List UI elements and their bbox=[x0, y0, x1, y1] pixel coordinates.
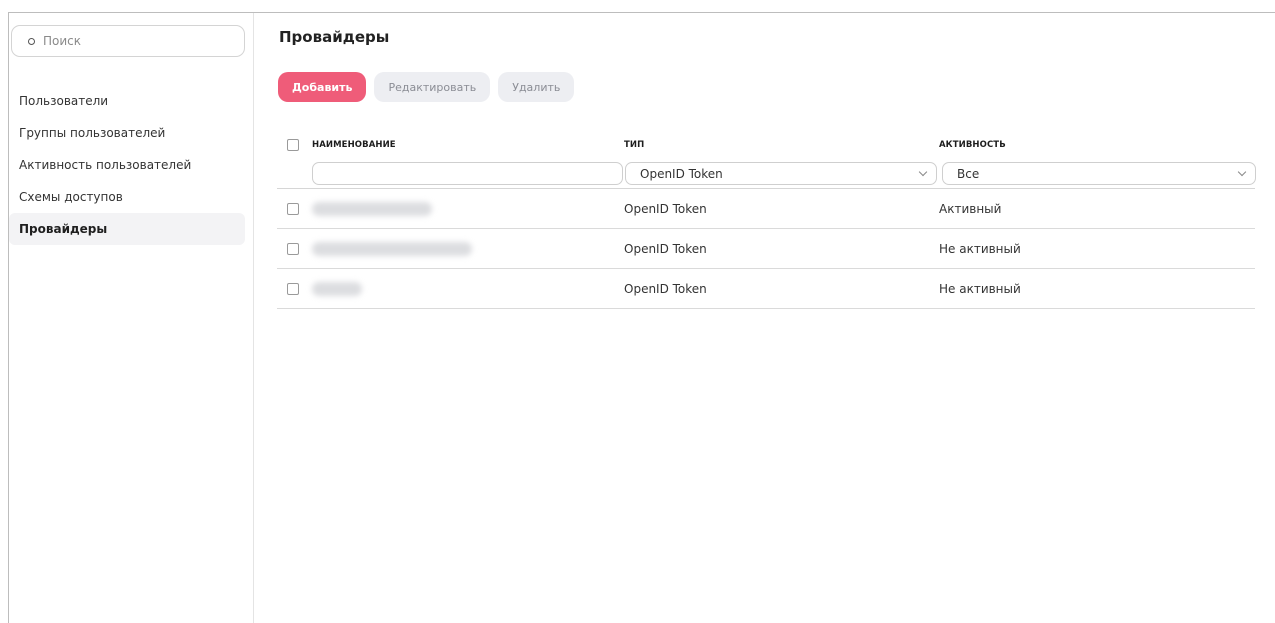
name-filter-input[interactable] bbox=[312, 162, 623, 185]
row-activity: Не активный bbox=[939, 241, 1021, 256]
table-header: НАИМЕНОВАНИЕ ТИП АКТИВНОСТЬ bbox=[277, 131, 1255, 159]
redacted-name bbox=[312, 201, 432, 216]
edit-button[interactable]: Редактировать bbox=[374, 72, 491, 102]
sidebar-item-providers[interactable]: Провайдеры bbox=[9, 213, 245, 245]
delete-button[interactable]: Удалить bbox=[498, 72, 575, 102]
page-title: Провайдеры bbox=[279, 28, 390, 46]
providers-table: НАИМЕНОВАНИЕ ТИП АКТИВНОСТЬ OpenID Token bbox=[277, 131, 1256, 309]
row-checkbox[interactable] bbox=[287, 282, 299, 295]
app-window: Пользователи Группы пользователей Активн… bbox=[8, 12, 1275, 623]
row-checkbox[interactable] bbox=[287, 242, 299, 255]
sidebar-nav: Пользователи Группы пользователей Активн… bbox=[9, 85, 245, 245]
row-activity: Не активный bbox=[939, 281, 1021, 296]
table-row[interactable]: OpenID Token Активный bbox=[277, 189, 1255, 229]
main-content: Провайдеры Добавить Редактировать Удалит… bbox=[255, 13, 1275, 623]
toolbar: Добавить Редактировать Удалить bbox=[278, 72, 575, 102]
filter-row: OpenID Token Все bbox=[277, 159, 1256, 189]
row-type: OpenID Token bbox=[624, 201, 707, 216]
redacted-name bbox=[312, 281, 362, 296]
row-checkbox[interactable] bbox=[287, 202, 299, 215]
row-activity: Активный bbox=[939, 201, 1002, 216]
row-type: OpenID Token bbox=[624, 281, 707, 296]
sidebar: Пользователи Группы пользователей Активн… bbox=[9, 13, 254, 623]
column-header-type[interactable]: ТИП bbox=[624, 140, 939, 150]
sidebar-item-user-activity[interactable]: Активность пользователей bbox=[9, 149, 245, 181]
activity-filter-value: Все bbox=[957, 166, 980, 181]
chevron-down-icon bbox=[918, 167, 928, 176]
search-icon bbox=[28, 37, 35, 45]
type-filter-value: OpenID Token bbox=[640, 166, 723, 181]
sidebar-item-users[interactable]: Пользователи bbox=[9, 85, 245, 117]
redacted-name bbox=[312, 241, 472, 256]
search-box[interactable] bbox=[11, 25, 245, 57]
table-row[interactable]: OpenID Token Не активный bbox=[277, 229, 1255, 269]
sidebar-item-user-groups[interactable]: Группы пользователей bbox=[9, 117, 245, 149]
row-type: OpenID Token bbox=[624, 241, 707, 256]
column-header-activity[interactable]: АКТИВНОСТЬ bbox=[939, 140, 1255, 150]
select-all-checkbox[interactable] bbox=[287, 139, 299, 151]
activity-filter-select[interactable]: Все bbox=[942, 162, 1256, 185]
sidebar-item-access-schemes[interactable]: Схемы доступов bbox=[9, 181, 245, 213]
chevron-down-icon bbox=[1237, 167, 1247, 176]
table-row[interactable]: OpenID Token Не активный bbox=[277, 269, 1255, 309]
column-header-name[interactable]: НАИМЕНОВАНИЕ bbox=[312, 140, 624, 150]
add-button[interactable]: Добавить bbox=[278, 72, 367, 102]
search-input[interactable] bbox=[43, 34, 223, 48]
type-filter-select[interactable]: OpenID Token bbox=[625, 162, 937, 185]
